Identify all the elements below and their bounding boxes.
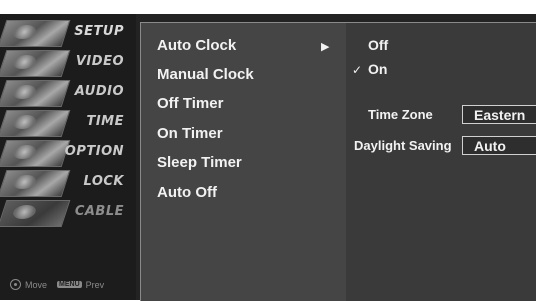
category-menu: SETUP VIDEO AUDIO TIME OPTION LOCK CABLE [0, 14, 136, 300]
category-video[interactable]: VIDEO [0, 48, 136, 77]
video-icon [0, 50, 71, 77]
check-icon: ✓ [352, 63, 363, 77]
menu-item-auto-clock[interactable]: Auto Clock ▶ [157, 34, 347, 58]
menu-key-icon: MENU [57, 281, 82, 288]
daylight-saving-label: Daylight Saving [354, 138, 452, 153]
category-time[interactable]: TIME [0, 108, 136, 137]
setup-icon [0, 20, 71, 47]
top-bar [0, 0, 536, 14]
menu-item-on-timer[interactable]: On Timer [157, 122, 347, 146]
category-label: OPTION [64, 144, 124, 159]
category-label: CABLE [74, 204, 124, 219]
option-off[interactable]: Off [368, 37, 388, 53]
category-label: TIME [86, 114, 124, 129]
category-label: SETUP [74, 24, 124, 39]
category-setup[interactable]: SETUP [0, 18, 136, 47]
category-lock[interactable]: LOCK [0, 168, 136, 197]
menu-item-manual-clock[interactable]: Manual Clock [157, 63, 347, 87]
category-label: LOCK [83, 174, 124, 189]
time-submenu: Auto Clock ▶ Manual Clock Off Timer On T… [140, 22, 346, 301]
menu-item-label: Auto Clock [157, 37, 237, 54]
option-icon [0, 140, 71, 167]
menu-item-label: Sleep Timer [157, 154, 242, 171]
lock-icon [0, 170, 71, 197]
option-on[interactable]: On [368, 61, 387, 77]
menu-item-sleep-timer[interactable]: Sleep Timer [157, 151, 347, 175]
category-label: VIDEO [75, 54, 124, 69]
menu-item-label: Manual Clock [157, 66, 254, 83]
time-zone-field[interactable]: Eastern [462, 105, 536, 124]
category-cable[interactable]: CABLE [0, 198, 136, 227]
cable-icon [0, 200, 71, 227]
time-icon [0, 110, 71, 137]
hint-move-label: Move [25, 279, 48, 290]
navigation-hint: Move MENU Prev [10, 279, 104, 290]
category-audio[interactable]: AUDIO [0, 78, 136, 107]
menu-item-off-timer[interactable]: Off Timer [157, 92, 347, 116]
menu-item-label: On Timer [157, 125, 223, 142]
menu-item-auto-off[interactable]: Auto Off [157, 181, 347, 205]
move-arrows-icon [10, 279, 21, 290]
category-option[interactable]: OPTION [0, 138, 136, 167]
auto-clock-panel: Off ✓ On Time Zone Eastern Daylight Savi… [346, 22, 536, 301]
menu-item-label: Off Timer [157, 95, 224, 112]
time-zone-label: Time Zone [368, 107, 433, 122]
category-label: AUDIO [74, 84, 124, 99]
right-arrow-icon: ▶ [321, 41, 330, 53]
hint-prev-label: Prev [85, 279, 105, 290]
daylight-saving-field[interactable]: Auto [462, 136, 536, 155]
audio-icon [0, 80, 71, 107]
menu-item-label: Auto Off [157, 184, 217, 201]
